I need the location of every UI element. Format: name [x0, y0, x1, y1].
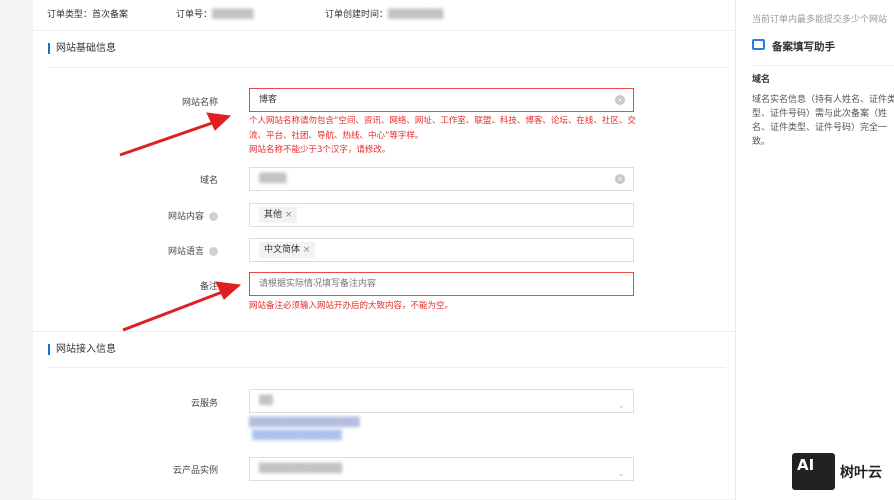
- assistant-field: 域名: [752, 75, 771, 85]
- chat-icon: [752, 39, 765, 50]
- assistant-panel: 当前订单内最多能提交多少个网站 备案填写助手 域名 域名实名信息（持有人姓名、证…: [735, 0, 894, 500]
- watermark-logo: AI: [792, 453, 835, 490]
- watermark-text: 树叶云: [840, 465, 882, 481]
- arrow-head: [215, 281, 242, 300]
- assistant-title: 备案填写助手: [772, 41, 835, 53]
- top-note: 当前订单内最多能提交多少个网站: [752, 15, 888, 25]
- assistant-desc: 域名实名信息（持有人姓名、证件类型、证件号码）需与此次备案（姓名、证件类型、证件…: [752, 95, 894, 147]
- arrow-line: [122, 289, 226, 332]
- arrow-line: [119, 120, 216, 157]
- arrow-head: [206, 112, 232, 131]
- divider: [752, 65, 894, 66]
